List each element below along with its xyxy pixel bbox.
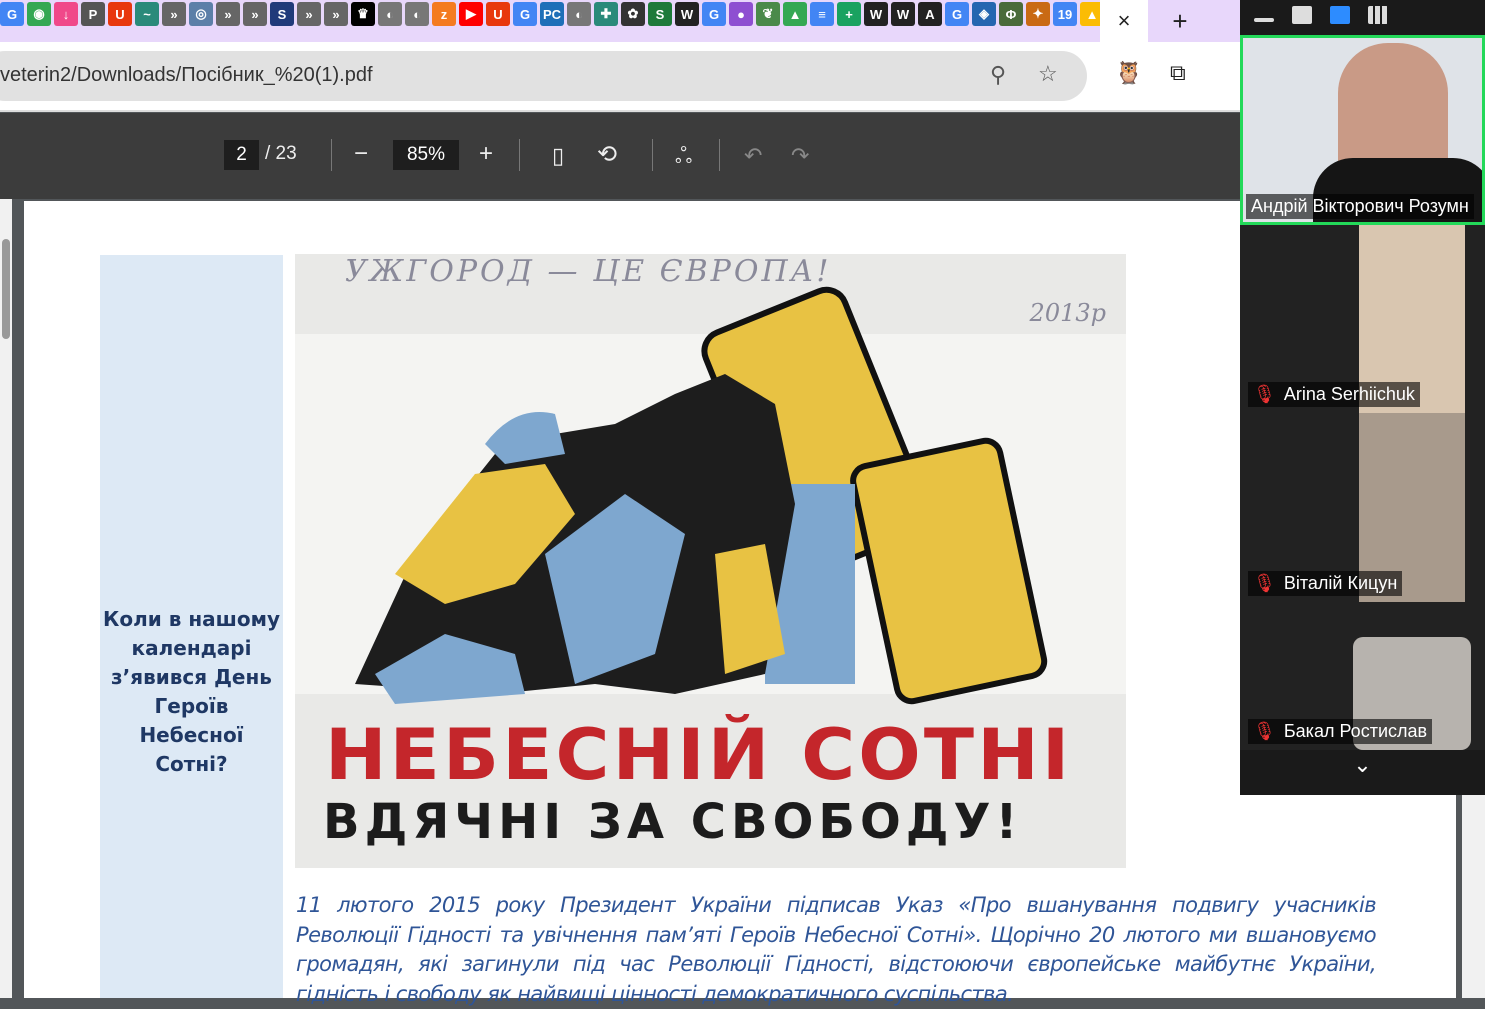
bookmark-icon[interactable]: G (945, 2, 969, 26)
bookmark-icon[interactable]: ✚ (594, 2, 618, 26)
video-call-panel: Андрій Вікторович Розумн 🎙 Arina Serhiich… (1240, 0, 1485, 795)
poster-subline: ВДЯЧНІ ЗА СВОБОДУ! (323, 794, 1023, 850)
body-paragraph: 11 лютого 2015 року Президент України пі… (296, 893, 1377, 1006)
participant-name: Андрій Вікторович Розумн (1246, 194, 1474, 219)
bookmark-icon[interactable]: ≡ (810, 2, 834, 26)
participant-name: 🎙 Віталій Кицун (1248, 571, 1403, 596)
bookmark-icon[interactable]: z (432, 2, 456, 26)
address-bar-area: veterin2/Downloads/Посібник_%20(1).pdf ⚲… (0, 42, 1240, 112)
bookmark-icon[interactable]: ▶ (459, 2, 483, 26)
bookmark-icon[interactable]: Φ (999, 2, 1023, 26)
close-tab-button[interactable]: × (1100, 0, 1148, 42)
bookmark-icon[interactable]: ❦ (756, 2, 780, 26)
bookmark-icon[interactable]: » (324, 2, 348, 26)
divider (331, 139, 332, 171)
new-tab-button[interactable]: + (1160, 0, 1200, 42)
zoom-icon[interactable]: ⚲ (990, 62, 1006, 88)
muted-mic-icon: 🎙 (1253, 384, 1276, 404)
participant-name: 🎙 Arina Serhiichuk (1248, 382, 1420, 407)
bookmark-icon[interactable]: ● (729, 2, 753, 26)
zoom-level-input[interactable]: 85% (393, 140, 459, 170)
page-number-input[interactable]: 2 (224, 140, 259, 170)
owl-extension-icon[interactable]: 🦉 (1115, 60, 1142, 86)
page-total: / 23 (265, 143, 297, 164)
bookmark-icon[interactable]: ◎ (189, 2, 213, 26)
poster-headline: НЕБЕСНІЙ СОТНІ (325, 714, 1073, 796)
undo-icon[interactable]: ↶ (744, 143, 762, 169)
muted-mic-icon: 🎙 (1253, 721, 1276, 741)
bookmark-icon[interactable]: G (513, 2, 537, 26)
bookmark-bar: G ◉ ↓ P U ~» ◎»» S»» ♛ ◐ ◐ z ▶ U G PC ◐ ✚ ✿ S W G ● ❦ ▲ ≡ + W W A G ◈ Φ ✦… (0, 2, 1104, 26)
poster-image: УЖГОРОД — ЦЕ ЄВРОПА! 2013р НЕБЕСНІЙ СОТН… (295, 254, 1126, 868)
minimize-icon[interactable] (1254, 18, 1274, 22)
bookmark-icon[interactable]: 19 (1053, 2, 1077, 26)
bookmark-icon[interactable]: P (81, 2, 105, 26)
rotate-icon[interactable]: ⟲ (597, 140, 617, 169)
gallery-view-icon[interactable] (1368, 6, 1388, 24)
scrollbar[interactable] (0, 199, 12, 998)
bookmark-icon[interactable]: ◐ (405, 2, 429, 26)
bookmark-icon[interactable]: A (918, 2, 942, 26)
bookmark-icon[interactable]: ✦ (1026, 2, 1050, 26)
zoom-in-button[interactable]: + (479, 140, 493, 168)
participant-tile[interactable]: 🎙 Віталій Кицун (1240, 413, 1485, 602)
bookmark-icon[interactable]: G (702, 2, 726, 26)
bookmark-icon[interactable]: ◈ (972, 2, 996, 26)
bookmark-icon[interactable]: S (270, 2, 294, 26)
participant-tile[interactable]: 🎙 Arina Serhiichuk (1240, 225, 1485, 413)
redo-icon[interactable]: ↷ (791, 143, 809, 169)
thumbnail-view-icon[interactable] (1292, 6, 1312, 24)
bookmark-icon[interactable]: ~ (135, 2, 159, 26)
divider (719, 139, 720, 171)
extensions-puzzle-icon[interactable]: ⧉ (1170, 60, 1186, 86)
show-more-chevron-icon[interactable]: ⌄ (1240, 752, 1485, 778)
bookmark-star-icon[interactable]: ☆ (1038, 61, 1058, 87)
bookmark-icon[interactable]: G (0, 2, 24, 26)
bookmark-icon[interactable]: » (162, 2, 186, 26)
pdf-toolbar: 2 / 23 − 85% + ▯ ⟲ ஃ ↶ ↷ (0, 113, 1240, 199)
bookmark-icon[interactable]: ♛ (351, 2, 375, 26)
bookmark-icon[interactable]: W (891, 2, 915, 26)
scrollbar[interactable] (1462, 790, 1485, 998)
bookmark-icon[interactable]: W (675, 2, 699, 26)
scrollbar-thumb[interactable] (2, 239, 10, 339)
panel-controls (1240, 0, 1485, 35)
draw-icon[interactable]: ஃ (675, 143, 692, 172)
zoom-out-button[interactable]: − (354, 140, 368, 168)
bookmark-icon[interactable]: » (216, 2, 240, 26)
bookmark-icon[interactable]: ◐ (378, 2, 402, 26)
bookmark-icon[interactable]: + (837, 2, 861, 26)
participant-tile[interactable]: Андрій Вікторович Розумн (1240, 35, 1485, 225)
speaker-view-icon[interactable] (1330, 6, 1350, 24)
divider (652, 139, 653, 171)
bookmark-icon[interactable]: W (864, 2, 888, 26)
url-text[interactable]: veterin2/Downloads/Посібник_%20(1).pdf (0, 64, 373, 87)
bookmark-icon[interactable]: » (243, 2, 267, 26)
bookmark-icon[interactable]: ◐ (567, 2, 591, 26)
bookmark-icon[interactable]: ◉ (27, 2, 51, 26)
tab-strip: G ◉ ↓ P U ~» ◎»» S»» ♛ ◐ ◐ z ▶ U G PC ◐ ✚ ✿ S W G ● ❦ ▲ ≡ + W W A G ◈ Φ ✦… (0, 0, 1240, 42)
bookmark-icon[interactable]: ↓ (54, 2, 78, 26)
fit-page-icon[interactable]: ▯ (552, 143, 564, 169)
participant-name: 🎙 Бакал Ростислав (1248, 719, 1433, 744)
participant-tile[interactable]: 🎙 Бакал Ростислав (1240, 602, 1485, 750)
bookmark-icon[interactable]: ✿ (621, 2, 645, 26)
bookmark-icon[interactable]: PC (540, 2, 564, 26)
muted-mic-icon: 🎙 (1253, 573, 1276, 593)
bookmark-icon[interactable]: S (648, 2, 672, 26)
bookmark-icon[interactable]: U (486, 2, 510, 26)
bookmark-icon[interactable]: U (108, 2, 132, 26)
bookmark-icon[interactable]: » (297, 2, 321, 26)
omnibox[interactable]: veterin2/Downloads/Посібник_%20(1).pdf ⚲… (0, 51, 1087, 101)
divider (519, 139, 520, 171)
side-question: Коли в нашому календарі з’явився День Ге… (102, 607, 280, 776)
bookmark-icon[interactable]: ▲ (783, 2, 807, 26)
side-panel: Коли в нашому календарі з’явився День Ге… (100, 255, 283, 998)
